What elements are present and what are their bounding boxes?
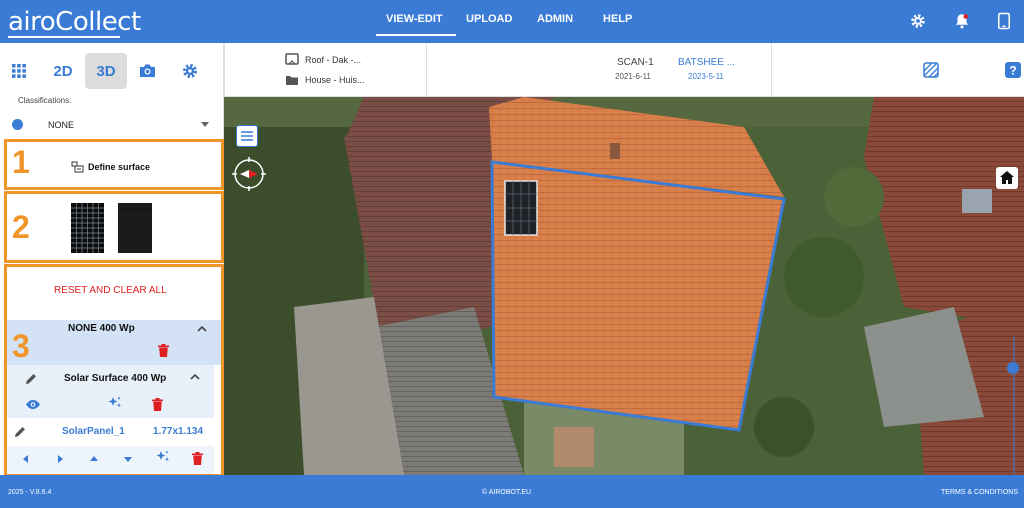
delete-icon[interactable] — [158, 344, 169, 357]
svg-text:?: ? — [1009, 64, 1016, 78]
reset-clear-all-button[interactable]: RESET AND CLEAR ALL — [54, 285, 167, 296]
define-surface-icon — [71, 161, 84, 173]
move-up-icon[interactable] — [90, 456, 98, 462]
delete-icon[interactable] — [152, 398, 163, 411]
step1-number: 1 — [12, 144, 30, 180]
app-logo[interactable]: airoCollect — [8, 7, 141, 37]
version-text: 2025 - V.8.6.4 — [8, 489, 52, 496]
roof-icon — [285, 53, 299, 65]
footer: 2025 - V.8.6.4 © AIROBOT.EU TERMS & COND… — [0, 475, 1024, 508]
tablet-icon[interactable] — [995, 12, 1013, 30]
surface-title: Solar Surface 400 Wp — [64, 373, 167, 384]
move-right-icon[interactable] — [57, 455, 63, 463]
top-bar: airoCollect VIEW-EDIT UPLOAD ADMIN HELP — [0, 0, 1024, 43]
scan2-date: 2023-5-11 — [688, 72, 724, 81]
step2-box — [4, 191, 224, 263]
chevron-down-icon[interactable] — [201, 122, 209, 127]
classification-color-dot — [12, 119, 23, 130]
classification-select-value[interactable]: NONE — [48, 120, 74, 130]
chevron-up-icon[interactable] — [197, 325, 207, 332]
divider — [224, 43, 225, 97]
crumb-house[interactable]: House - Huis... — [305, 75, 365, 85]
home-view-button[interactable] — [996, 167, 1018, 189]
classifications-label: Classifications: — [18, 96, 72, 105]
move-left-icon[interactable] — [23, 455, 29, 463]
step3-number: 3 — [12, 328, 30, 364]
view-2d-button[interactable]: 2D — [45, 53, 81, 89]
menu-lines-icon — [241, 131, 253, 141]
settings-icon[interactable] — [182, 63, 198, 79]
camera-icon[interactable] — [139, 63, 156, 78]
edit-pencil-icon[interactable] — [15, 426, 26, 437]
scan1-name[interactable]: SCAN-1 — [617, 57, 654, 68]
grid-apps-icon[interactable] — [12, 64, 26, 78]
notification-bell-icon[interactable] — [953, 12, 971, 30]
nav-help[interactable]: HELP — [603, 13, 632, 25]
divider — [771, 43, 772, 97]
settings-gear-icon[interactable] — [909, 12, 927, 30]
nav-admin[interactable]: ADMIN — [537, 13, 573, 25]
hatch-pattern-icon[interactable] — [923, 62, 939, 78]
3d-map-view[interactable] — [224, 97, 1024, 475]
view-3d-button[interactable]: 3D — [85, 53, 127, 89]
step2-number: 2 — [12, 209, 30, 245]
scan2-name[interactable]: BATSHEE ... — [678, 57, 735, 68]
folder-icon — [286, 76, 298, 85]
group-title: NONE 400 Wp — [68, 323, 135, 334]
delete-icon[interactable] — [192, 452, 203, 465]
panel-black-silver-icon[interactable] — [71, 203, 104, 253]
scan1-date: 2021-6-11 — [615, 72, 651, 81]
home-icon — [1000, 171, 1014, 184]
aerial-roof-image — [224, 97, 1024, 475]
nav-view-edit[interactable]: VIEW-EDIT — [386, 13, 443, 25]
crumb-roof[interactable]: Roof - Dak -... — [305, 55, 361, 65]
panel-name[interactable]: SolarPanel_1 — [62, 426, 125, 437]
chevron-up-icon[interactable] — [190, 373, 200, 380]
terms-link[interactable]: TERMS & CONDITIONS — [941, 489, 1018, 496]
define-surface-button[interactable]: Define surface — [88, 162, 150, 172]
logo-underline — [8, 36, 120, 38]
nav-upload[interactable]: UPLOAD — [466, 13, 512, 25]
sparkle-auto-icon[interactable] — [108, 396, 122, 410]
sparkle-auto-icon[interactable] — [156, 450, 170, 464]
sidebar: 2D 3D Classifications: NONE 1 Define sur… — [0, 43, 224, 477]
layers-menu-button[interactable] — [236, 125, 258, 147]
compass-icon[interactable] — [232, 157, 266, 191]
move-down-icon[interactable] — [124, 456, 132, 462]
divider — [426, 43, 427, 97]
panel-full-black-icon[interactable] — [118, 203, 152, 253]
copyright-text: © AIROBOT.EU — [482, 489, 532, 496]
panel-size: 1.77x1.134 — [153, 426, 204, 437]
panel-action-row — [7, 446, 214, 474]
help-icon[interactable]: ? — [1005, 62, 1021, 78]
nav-active-indicator — [376, 34, 456, 36]
eye-visibility-icon[interactable] — [26, 400, 40, 409]
edit-pencil-icon[interactable] — [26, 373, 37, 384]
